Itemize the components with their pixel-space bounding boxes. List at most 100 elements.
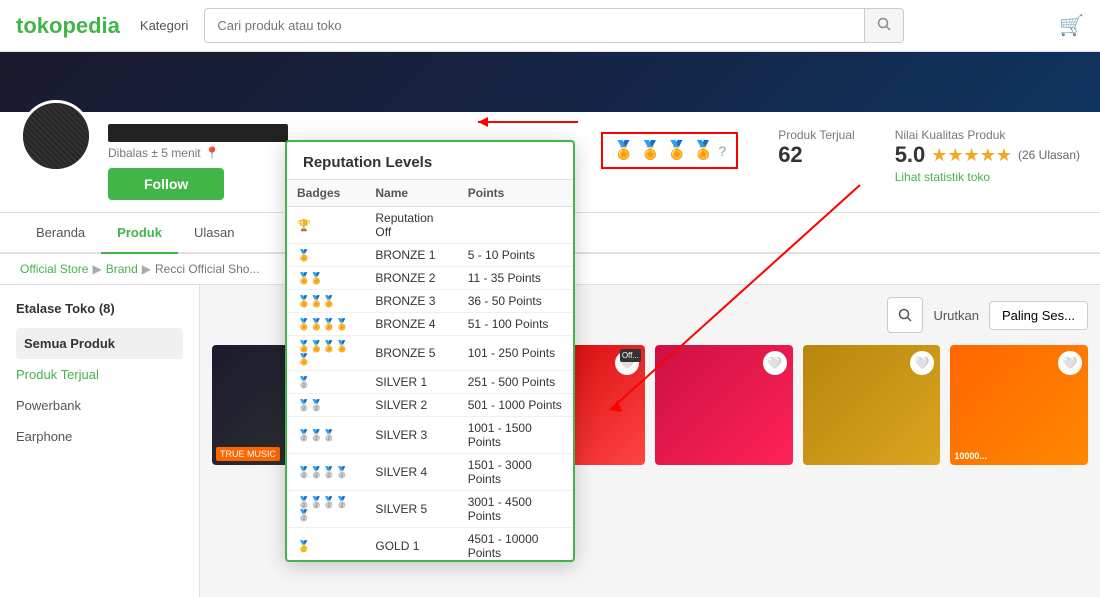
reputation-row: 🏅🏅🏅 BRONZE 3 36 - 50 Points bbox=[287, 290, 573, 313]
rep-badges-1: 🏅 bbox=[287, 244, 365, 267]
help-icon[interactable]: ? bbox=[718, 143, 726, 159]
sidebar-item-earphone[interactable]: Earphone bbox=[16, 421, 183, 452]
rep-badges-7: 🥈🥈 bbox=[287, 394, 365, 417]
rep-name-5: BRONZE 5 bbox=[365, 336, 457, 371]
rep-name-11: GOLD 1 bbox=[365, 528, 457, 561]
rep-points-11: 4501 - 10000 Points bbox=[458, 528, 573, 561]
reputation-row: 🏅🏅🏅🏅🏅 BRONZE 5 101 - 250 Points bbox=[287, 336, 573, 371]
rep-points-10: 3001 - 4500 Points bbox=[458, 491, 573, 528]
produk-terjual-label: Produk Terjual bbox=[778, 128, 855, 142]
logo: tokopedia bbox=[16, 13, 120, 39]
search-button[interactable] bbox=[864, 9, 903, 42]
reputation-row: 🏅🏅 BRONZE 2 11 - 35 Points bbox=[287, 267, 573, 290]
reputation-row: 🥈🥈 SILVER 2 501 - 1000 Points bbox=[287, 394, 573, 417]
wishlist-6[interactable]: 🤍 bbox=[1058, 351, 1082, 375]
wishlist-4[interactable]: 🤍 bbox=[763, 351, 787, 375]
store-banner bbox=[0, 52, 1100, 112]
tab-ulasan[interactable]: Ulasan bbox=[178, 213, 250, 254]
col-badges: Badges bbox=[287, 180, 365, 207]
breadcrumb-arrow-2: ▶ bbox=[142, 262, 151, 276]
stars: ★★★★★ bbox=[931, 145, 1012, 166]
lihat-statistik[interactable]: Lihat statistik toko bbox=[895, 170, 1080, 184]
rating-num: 5.0 bbox=[895, 142, 926, 168]
badge-2: 🏅 bbox=[639, 140, 661, 161]
rep-points-0 bbox=[458, 207, 573, 244]
rep-badges-5: 🏅🏅🏅🏅🏅 bbox=[287, 336, 365, 371]
produk-terjual-block: Produk Terjual 62 bbox=[778, 128, 855, 168]
product-card-6: 🤍 10000... bbox=[950, 345, 1088, 465]
rep-badges-0: 🏆 bbox=[287, 207, 365, 244]
rep-badges-9: 🥈🥈🥈🥈 bbox=[287, 454, 365, 491]
location-icon: 📍 bbox=[205, 146, 220, 160]
rep-badges-10: 🥈🥈🥈🥈🥈 bbox=[287, 491, 365, 528]
sidebar: Etalase Toko (8) Semua Produk Produk Ter… bbox=[0, 285, 200, 597]
tab-produk[interactable]: Produk bbox=[101, 213, 178, 254]
rep-points-7: 501 - 1000 Points bbox=[458, 394, 573, 417]
search-input[interactable] bbox=[205, 10, 864, 41]
rep-name-8: SILVER 3 bbox=[365, 417, 457, 454]
store-stats: Produk Terjual 62 Nilai Kualitas Produk … bbox=[778, 128, 1080, 184]
product-card-5: 🤍 bbox=[803, 345, 941, 465]
nav-kategori[interactable]: Kategori bbox=[140, 18, 188, 33]
reputation-row: 🥈🥈🥈🥈 SILVER 4 1501 - 3000 Points bbox=[287, 454, 573, 491]
rep-name-2: BRONZE 2 bbox=[365, 267, 457, 290]
rep-points-1: 5 - 10 Points bbox=[458, 244, 573, 267]
sidebar-item-powerbank[interactable]: Powerbank bbox=[16, 390, 183, 421]
breadcrumb-brand[interactable]: Brand bbox=[106, 262, 138, 276]
product-img-6: 🤍 10000... bbox=[950, 345, 1088, 465]
reputation-row: 🥈🥈🥈🥈🥈 SILVER 5 3001 - 4500 Points bbox=[287, 491, 573, 528]
breadcrumb-arrow-1: ▶ bbox=[92, 262, 101, 276]
rep-points-8: 1001 - 1500 Points bbox=[458, 417, 573, 454]
sort-button[interactable]: Paling Ses... bbox=[989, 301, 1088, 330]
rep-badges-11: 🥇 bbox=[287, 528, 365, 561]
reputation-row: 🏅🏅🏅🏅 BRONZE 4 51 - 100 Points bbox=[287, 313, 573, 336]
badge-1: 🏅 bbox=[613, 140, 635, 161]
rep-name-10: SILVER 5 bbox=[365, 491, 457, 528]
sidebar-item-terjual[interactable]: Produk Terjual bbox=[16, 359, 183, 390]
product-img-4: 🤍 bbox=[655, 345, 793, 465]
reputation-row: 🏅 BRONZE 1 5 - 10 Points bbox=[287, 244, 573, 267]
badge-4: 🏅 bbox=[692, 140, 714, 161]
badge-3: 🏅 bbox=[666, 140, 688, 161]
rep-name-6: SILVER 1 bbox=[365, 371, 457, 394]
follow-button[interactable]: Follow bbox=[108, 168, 224, 200]
sidebar-title: Etalase Toko (8) bbox=[16, 301, 183, 316]
rep-points-5: 101 - 250 Points bbox=[458, 336, 573, 371]
tab-beranda[interactable]: Beranda bbox=[20, 213, 101, 254]
reputation-table: Badges Name Points 🏆 Reputation Off 🏅 BR… bbox=[287, 180, 573, 560]
rep-badges-8: 🥈🥈🥈 bbox=[287, 417, 365, 454]
product-img-5: 🤍 bbox=[803, 345, 941, 465]
rating-block: Nilai Kualitas Produk 5.0 ★★★★★ (26 Ulas… bbox=[895, 128, 1080, 184]
rep-name-0: Reputation Off bbox=[365, 207, 457, 244]
rep-points-4: 51 - 100 Points bbox=[458, 313, 573, 336]
search-product-button[interactable] bbox=[887, 297, 923, 333]
rep-badges-3: 🏅🏅🏅 bbox=[287, 290, 365, 313]
product-card-4: 🤍 bbox=[655, 345, 793, 465]
reputation-row: 🥈🥈🥈 SILVER 3 1001 - 1500 Points bbox=[287, 417, 573, 454]
response-time: Dibalas ± 5 menit bbox=[108, 146, 201, 160]
rep-points-2: 11 - 35 Points bbox=[458, 267, 573, 290]
header: tokopedia Kategori 🛒 bbox=[0, 0, 1100, 52]
rep-badges-6: 🥈 bbox=[287, 371, 365, 394]
rep-name-9: SILVER 4 bbox=[365, 454, 457, 491]
ulasan: (26 Ulasan) bbox=[1018, 148, 1080, 162]
sort-label: Urutkan bbox=[933, 308, 979, 323]
reputation-row: 🥇 GOLD 1 4501 - 10000 Points bbox=[287, 528, 573, 561]
store-name bbox=[108, 124, 288, 142]
rep-name-3: BRONZE 3 bbox=[365, 290, 457, 313]
breadcrumb-current: Recci Official Sho... bbox=[155, 262, 259, 276]
rating-row: 5.0 ★★★★★ (26 Ulasan) bbox=[895, 142, 1080, 168]
rep-badges-2: 🏅🏅 bbox=[287, 267, 365, 290]
cart-icon[interactable]: 🛒 bbox=[1059, 13, 1084, 38]
produk-terjual-value: 62 bbox=[778, 142, 855, 168]
popup-scroll[interactable]: Badges Name Points 🏆 Reputation Off 🏅 BR… bbox=[287, 180, 573, 560]
kualitas-label: Nilai Kualitas Produk bbox=[895, 128, 1080, 142]
avatar bbox=[20, 100, 92, 172]
sidebar-item-semua[interactable]: Semua Produk bbox=[16, 328, 183, 359]
search-bar bbox=[204, 8, 904, 43]
rep-points-3: 36 - 50 Points bbox=[458, 290, 573, 313]
breadcrumb-official-store[interactable]: Official Store bbox=[20, 262, 88, 276]
reputation-row: 🥈 SILVER 1 251 - 500 Points bbox=[287, 371, 573, 394]
wishlist-5[interactable]: 🤍 bbox=[910, 351, 934, 375]
col-name: Name bbox=[365, 180, 457, 207]
